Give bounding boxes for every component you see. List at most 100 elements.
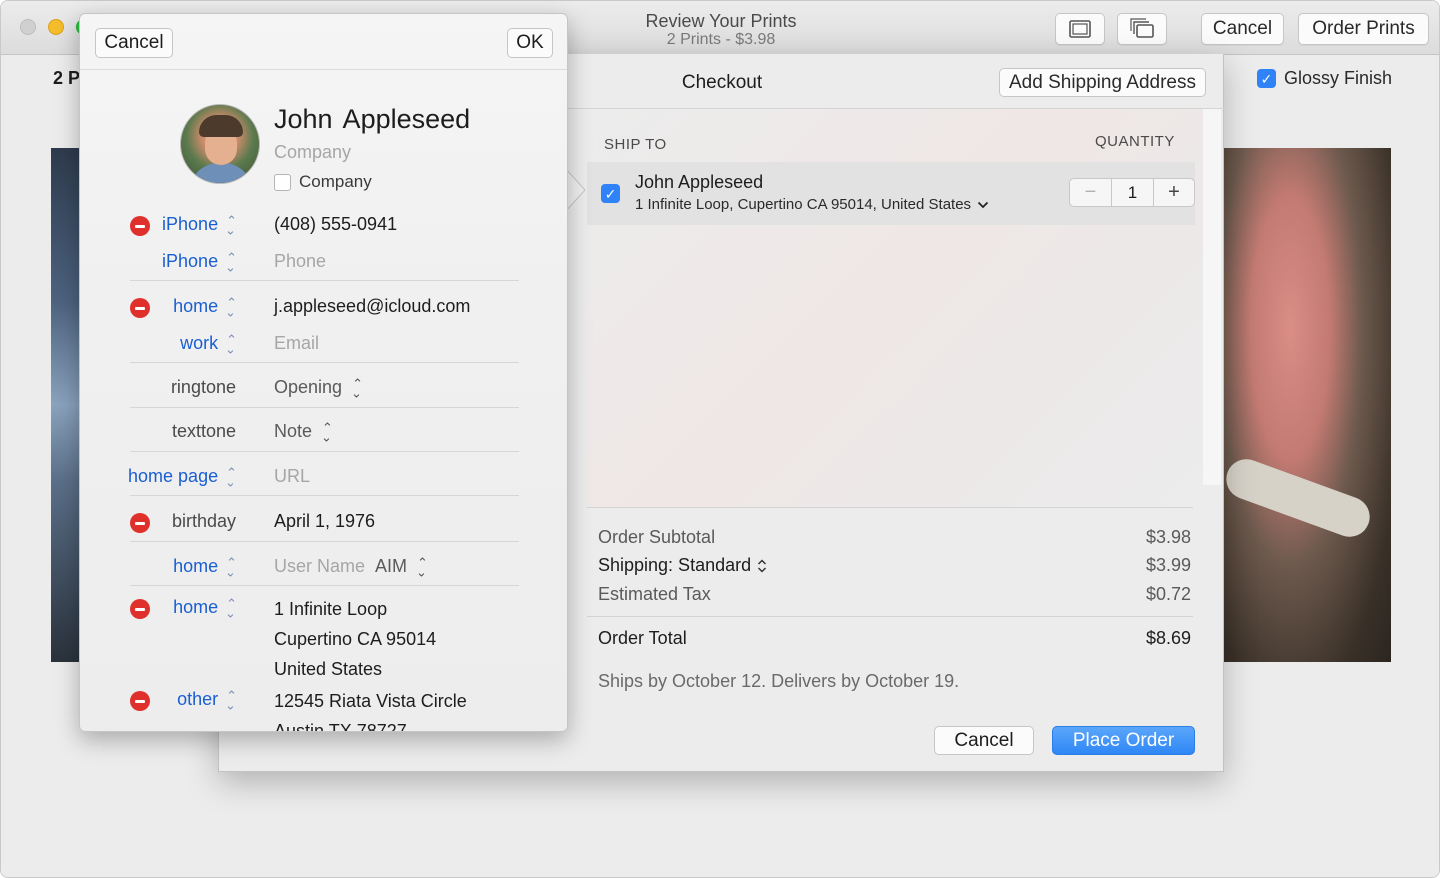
ship-to-row[interactable]: ✓ John Appleseed 1 Infinite Loop, Cupert… [587,162,1195,225]
ship-list-scrollbar[interactable] [1203,109,1221,485]
updown-arrows-icon: ⌃ ⌃ [226,595,237,620]
checkbox-box [274,173,291,191]
address-label-popup[interactable]: home ⌃ ⌃ [173,595,237,620]
divider [130,280,519,281]
im-fields: User Name AIM ⌃ ⌃ [274,554,428,579]
quantity-stepper[interactable]: − 1 + [1069,178,1195,207]
add-shipping-address-button[interactable]: Add Shipping Address [999,68,1206,97]
glossy-finish-checkbox[interactable]: ✓ Glossy Finish [1257,68,1392,89]
updown-arrows-icon [758,558,767,573]
phone-row-2: iPhone ⌃ ⌃ Phone [80,251,567,279]
subtotal-value: $3.98 [1145,527,1191,547]
stack-view-icon [1130,18,1154,38]
address-street: 1 Infinite Loop [274,599,388,619]
phone-label-popup[interactable]: iPhone ⌃ ⌃ [162,251,237,274]
single-view-icon [1069,20,1091,38]
ringtone-label: ringtone [170,377,236,397]
texttone-row: texttone Note ⌃ ⌃ [80,419,567,449]
delete-field-icon[interactable] [130,691,150,711]
shipping-method-popup[interactable]: Shipping: Standard [598,555,767,576]
phone-placeholder-field[interactable]: Phone [274,251,326,272]
place-order-button[interactable]: Place Order [1052,726,1195,755]
delete-field-icon[interactable] [130,216,150,236]
updown-arrows-icon: ⌃ ⌃ [226,687,237,712]
texttone-label: texttone [171,421,236,441]
im-label-popup[interactable]: home ⌃ ⌃ [173,554,237,579]
updown-arrows-icon: ⌃ ⌃ [417,554,428,579]
contact-ok-button[interactable]: OK [507,28,553,58]
delete-field-icon[interactable] [130,513,150,533]
email-label-popup[interactable]: home ⌃ ⌃ [173,294,237,319]
ringtone-row: ringtone Opening ⌃ ⌃ [80,375,567,405]
print-photo-right[interactable] [1220,148,1391,662]
im-username-field[interactable]: User Name [274,556,365,577]
address-field[interactable]: 12545 Riata Vista Circle Austin TX 78727 [274,686,467,732]
stack-view-button[interactable] [1117,13,1167,45]
increment-button[interactable]: + [1154,179,1194,206]
checkout-cancel-button[interactable]: Cancel [934,726,1034,755]
order-prints-button[interactable]: Order Prints [1298,13,1429,45]
delete-field-icon[interactable] [130,298,150,318]
divider [130,541,519,542]
contact-cancel-button[interactable]: Cancel [95,28,173,58]
address-city: Austin TX 78727 [274,721,407,732]
phone-row-1: iPhone ⌃ ⌃ (408) 555-0941 [80,212,567,242]
tax-label: Estimated Tax [598,584,711,604]
contact-name-field[interactable]: John Appleseed [274,104,470,135]
updown-arrows-icon: ⌃ ⌃ [352,375,363,400]
email-row-2: work ⌃ ⌃ Email [80,333,567,361]
birthday-row: birthday April 1, 1976 [80,511,567,539]
phone-field[interactable]: (408) 555-0941 [274,214,397,235]
recipient-address-popup[interactable]: 1 Infinite Loop, Cupertino CA 95014, Uni… [635,196,989,213]
contact-avatar[interactable] [180,104,260,184]
updown-arrows-icon: ⌃ ⌃ [322,419,333,444]
contact-card-popover: Cancel OK John Appleseed Company Company… [79,13,568,732]
quantity-value[interactable]: 1 [1112,179,1154,206]
im-service-popup[interactable]: AIM [375,556,407,577]
recipient-name: John Appleseed [635,172,764,192]
url-field[interactable]: URL [274,466,310,487]
quantity-header: QUANTITY [1095,133,1175,150]
delete-field-icon[interactable] [130,599,150,619]
homepage-label-popup[interactable]: home page ⌃ ⌃ [128,466,237,489]
window-cancel-button[interactable]: Cancel [1201,13,1284,45]
address-field[interactable]: 1 Infinite Loop Cupertino CA 95014 Unite… [274,594,436,684]
updown-arrows-icon: ⌃ ⌃ [226,294,237,319]
address-city: Cupertino CA 95014 [274,629,437,649]
company-checkbox-label: Company [299,172,372,191]
address-row-2: other ⌃ ⌃ 12545 Riata Vista Circle Austin … [80,686,567,732]
email-label-popup[interactable]: work ⌃ ⌃ [180,333,237,356]
checkmark-icon: ✓ [1257,69,1276,88]
updown-arrows-icon: ⌃ ⌃ [226,554,237,579]
updown-arrows-icon: ⌃ ⌃ [226,212,237,237]
birthday-label: birthday [171,511,236,531]
phone-label-popup[interactable]: iPhone ⌃ ⌃ [162,212,237,237]
tax-value: $0.72 [1145,584,1191,604]
divider [130,407,519,408]
order-total-label: Order Total [598,628,687,648]
single-view-button[interactable] [1055,13,1105,45]
birthday-field[interactable]: April 1, 1976 [274,511,375,532]
company-field[interactable]: Company [274,142,351,163]
subtotal-label: Order Subtotal [598,527,716,547]
address-label-popup[interactable]: other ⌃ ⌃ [177,687,237,712]
address-street: 12545 Riata Vista Circle [274,691,467,711]
company-checkbox[interactable]: Company [274,172,372,192]
email-placeholder-field[interactable]: Email [274,333,319,354]
decrement-button[interactable]: − [1070,179,1112,206]
delivery-estimate: Ships by October 12. Delivers by October… [598,671,960,691]
email-field[interactable]: j.appleseed@icloud.com [274,296,470,317]
divider [130,495,519,496]
texttone-popup[interactable]: Note ⌃ ⌃ [274,419,333,444]
recipient-checkbox[interactable]: ✓ [601,184,620,203]
address-country: United States [274,659,383,679]
homepage-row: home page ⌃ ⌃ URL [80,466,567,494]
ringtone-popup[interactable]: Opening ⌃ ⌃ [274,375,363,400]
recipient-address: 1 Infinite Loop, Cupertino CA 95014, Uni… [635,196,972,213]
address-row-1: home ⌃ ⌃ 1 Infinite Loop Cupertino CA 9501… [80,594,567,687]
divider [80,69,567,70]
divider [130,362,519,363]
divider [587,507,1193,508]
ship-to-header: SHIP TO [604,136,667,153]
prints-count-label: 2 P [53,68,81,88]
